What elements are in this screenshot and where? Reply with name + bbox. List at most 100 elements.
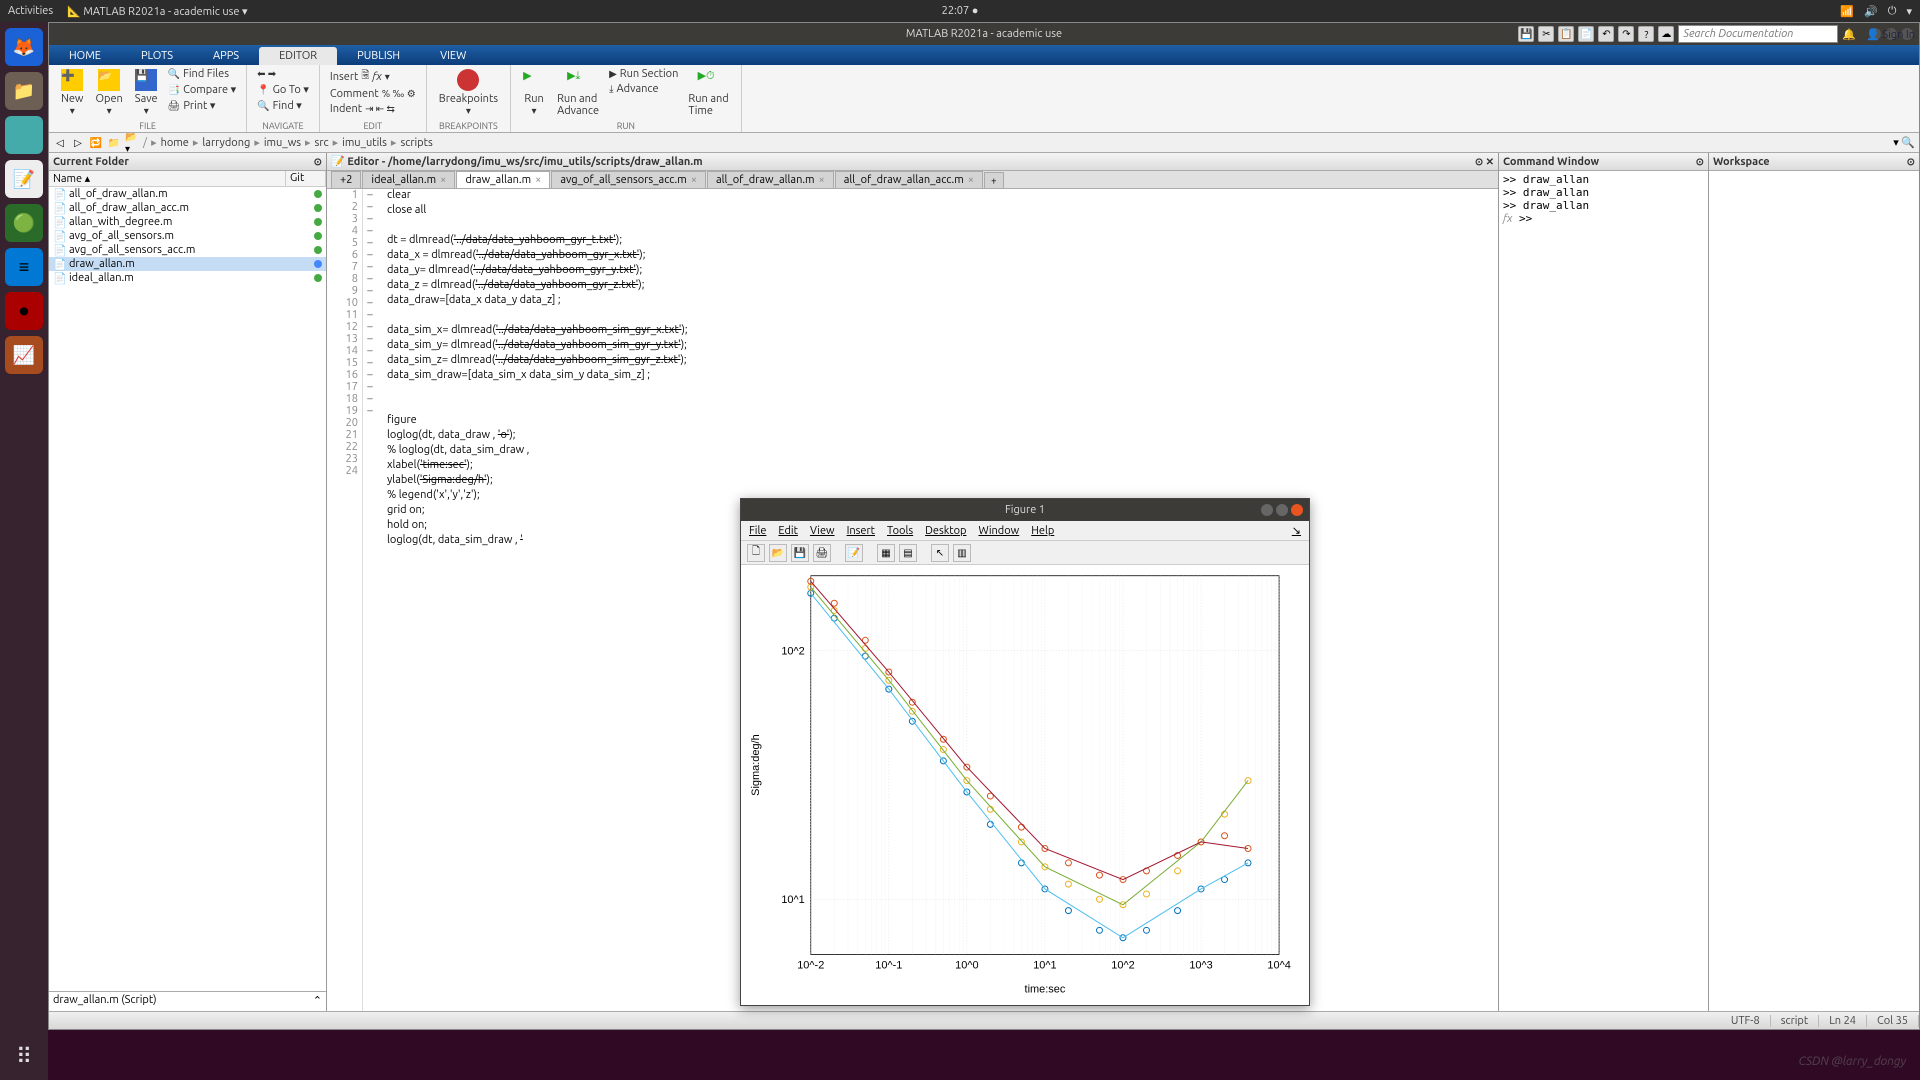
- crumb[interactable]: src: [315, 137, 329, 149]
- run-advance-button[interactable]: ▶⤓Run and Advance: [553, 67, 603, 119]
- firefox-icon[interactable]: 🦊: [5, 28, 43, 66]
- print-button[interactable]: 🖨Print ▾: [166, 98, 238, 113]
- app-menu[interactable]: 📐 MATLAB R2021a - academic use ▾: [67, 5, 247, 18]
- command-window[interactable]: >> draw_allan >> draw_allan >> draw_alla…: [1499, 171, 1708, 1011]
- editor-tab[interactable]: all_of_draw_allan.m×: [707, 171, 834, 188]
- crumb[interactable]: imu_utils: [342, 137, 387, 149]
- file-row[interactable]: 📄draw_allan.m: [49, 257, 326, 271]
- tab-apps[interactable]: APPS: [193, 47, 259, 65]
- find-button[interactable]: 🔍Find ▾: [255, 98, 311, 113]
- print-fig-icon[interactable]: 🖨: [813, 544, 831, 562]
- fwd-icon[interactable]: ▷: [71, 136, 85, 150]
- tab-view[interactable]: VIEW: [420, 47, 486, 65]
- files-icon[interactable]: 📁: [5, 72, 43, 110]
- menu-help[interactable]: Help: [1031, 525, 1054, 537]
- matlab-icon[interactable]: 📈: [5, 336, 43, 374]
- browse-icon[interactable]: 📂▾: [125, 136, 139, 150]
- file-row[interactable]: 📄all_of_draw_allan.m: [49, 187, 326, 201]
- copy-icon[interactable]: 📋: [1558, 26, 1574, 42]
- tab-home[interactable]: HOME: [49, 47, 121, 65]
- power-icon[interactable]: ⏻: [1888, 5, 1897, 18]
- editor-tab[interactable]: draw_allan.m×: [456, 171, 550, 188]
- add-tab-button[interactable]: +: [984, 172, 1004, 188]
- crumb[interactable]: home: [161, 137, 189, 149]
- breakpoints-button[interactable]: Breakpoints▾: [435, 67, 502, 119]
- run-section-button[interactable]: ▶Run Section: [607, 67, 680, 81]
- edit-fig-icon[interactable]: 📝: [845, 544, 863, 562]
- activities-button[interactable]: Activities: [8, 5, 53, 18]
- menu-tools[interactable]: Tools: [887, 525, 913, 537]
- goto-button[interactable]: 📍Go To ▾: [255, 82, 311, 97]
- paste-icon[interactable]: 📄: [1578, 26, 1594, 42]
- figure-axes[interactable]: 10^-210^-110^010^110^210^310^410^110^2ti…: [741, 565, 1309, 1005]
- compare-button[interactable]: 📑Compare ▾: [166, 82, 238, 97]
- redo-icon[interactable]: ↷: [1618, 26, 1634, 42]
- show-apps-icon[interactable]: ⠿: [16, 1044, 32, 1070]
- file-row[interactable]: 📄allan_with_degree.m: [49, 215, 326, 229]
- close-icon[interactable]: [1291, 504, 1303, 516]
- app-icon[interactable]: [5, 116, 43, 154]
- gedit-icon[interactable]: 📝: [5, 160, 43, 198]
- recorder-icon[interactable]: ⏺: [5, 292, 43, 330]
- back-icon[interactable]: ◁: [53, 136, 67, 150]
- search-icon[interactable]: ▾ 🔍: [1893, 136, 1915, 149]
- menu-more-icon[interactable]: ↘: [1292, 524, 1301, 537]
- panel-menu-icon[interactable]: ⊙: [314, 156, 322, 168]
- findfiles-button[interactable]: 🔍Find Files: [166, 67, 238, 81]
- new-fig-icon[interactable]: 🗋: [747, 544, 765, 562]
- menu-window[interactable]: Window: [978, 525, 1019, 537]
- maximize-icon[interactable]: [1276, 504, 1288, 516]
- clock[interactable]: 22:07 ●: [942, 5, 979, 17]
- crumb[interactable]: imu_ws: [264, 137, 301, 149]
- panel-menu-icon[interactable]: ⊙: [1907, 156, 1915, 168]
- help-icon[interactable]: ?: [1638, 26, 1654, 42]
- save-icon[interactable]: 💾: [1518, 26, 1534, 42]
- signin-link[interactable]: 👤 Sign In: [1860, 28, 1915, 41]
- tab-plots[interactable]: PLOTS: [121, 47, 193, 65]
- indent-btn[interactable]: Indent ⇥ ⇤ ⇆: [328, 102, 418, 116]
- insert-btn[interactable]: Insert 🗟 fx ▾: [328, 67, 418, 86]
- figure-window[interactable]: Figure 1 File Edit View Insert Tools Des…: [740, 498, 1310, 1006]
- datatip-icon[interactable]: ▤: [899, 544, 917, 562]
- file-row[interactable]: 📄avg_of_all_sensors_acc.m: [49, 243, 326, 257]
- menu-view[interactable]: View: [810, 525, 835, 537]
- file-row[interactable]: 📄ideal_allan.m: [49, 271, 326, 285]
- minimize-icon[interactable]: [1261, 504, 1273, 516]
- open-button[interactable]: 📂Open▾: [91, 67, 126, 119]
- editor-tab[interactable]: all_of_draw_allan_acc.m×: [835, 171, 983, 188]
- menu-edit[interactable]: Edit: [778, 525, 798, 537]
- menu-insert[interactable]: Insert: [847, 525, 875, 537]
- figure-titlebar[interactable]: Figure 1: [741, 499, 1309, 521]
- rotate-icon[interactable]: ▦: [877, 544, 895, 562]
- new-button[interactable]: ➕New▾: [57, 67, 87, 119]
- editor-tab[interactable]: avg_of_all_sensors_acc.m×: [551, 171, 706, 188]
- comment-btn[interactable]: Comment % ‰ ⚙: [328, 87, 418, 101]
- brush-icon[interactable]: ▥: [953, 544, 971, 562]
- run-button[interactable]: ▶Run▾: [519, 67, 549, 119]
- menu-desktop[interactable]: Desktop: [925, 525, 966, 537]
- tab-publish[interactable]: PUBLISH: [337, 47, 420, 65]
- dropdown-icon[interactable]: ▾: [1906, 5, 1912, 18]
- editor-tab[interactable]: ideal_allan.m×: [362, 171, 455, 188]
- notification-icon[interactable]: 🔔: [1842, 28, 1856, 41]
- editor-tab[interactable]: +2: [331, 171, 361, 188]
- advance-button[interactable]: ⤓Advance: [607, 82, 680, 96]
- vscode-icon[interactable]: ≡: [5, 248, 43, 286]
- folder-icon[interactable]: 📁: [107, 136, 121, 150]
- volume-icon[interactable]: 🔊: [1864, 5, 1878, 18]
- cut-icon[interactable]: ✂: [1538, 26, 1554, 42]
- up-icon[interactable]: 🔁: [89, 136, 103, 150]
- crumb[interactable]: larrydong: [202, 137, 250, 149]
- back-button[interactable]: ⬅ ➡: [255, 67, 311, 81]
- crumb[interactable]: scripts: [400, 137, 432, 149]
- search-input[interactable]: [1678, 25, 1838, 43]
- open-fig-icon[interactable]: 📂: [769, 544, 787, 562]
- run-time-button[interactable]: ▶⏱Run and Time: [684, 67, 732, 119]
- save-fig-icon[interactable]: 💾: [791, 544, 809, 562]
- tab-editor[interactable]: EDITOR: [259, 47, 337, 65]
- save-button[interactable]: 💾Save▾: [131, 67, 162, 119]
- file-row[interactable]: 📄all_of_draw_allan_acc.m: [49, 201, 326, 215]
- panel-menu-icon[interactable]: ⊙ ✕: [1475, 156, 1494, 168]
- panel-menu-icon[interactable]: ⊙: [1696, 156, 1704, 168]
- undo-icon[interactable]: ↶: [1598, 26, 1614, 42]
